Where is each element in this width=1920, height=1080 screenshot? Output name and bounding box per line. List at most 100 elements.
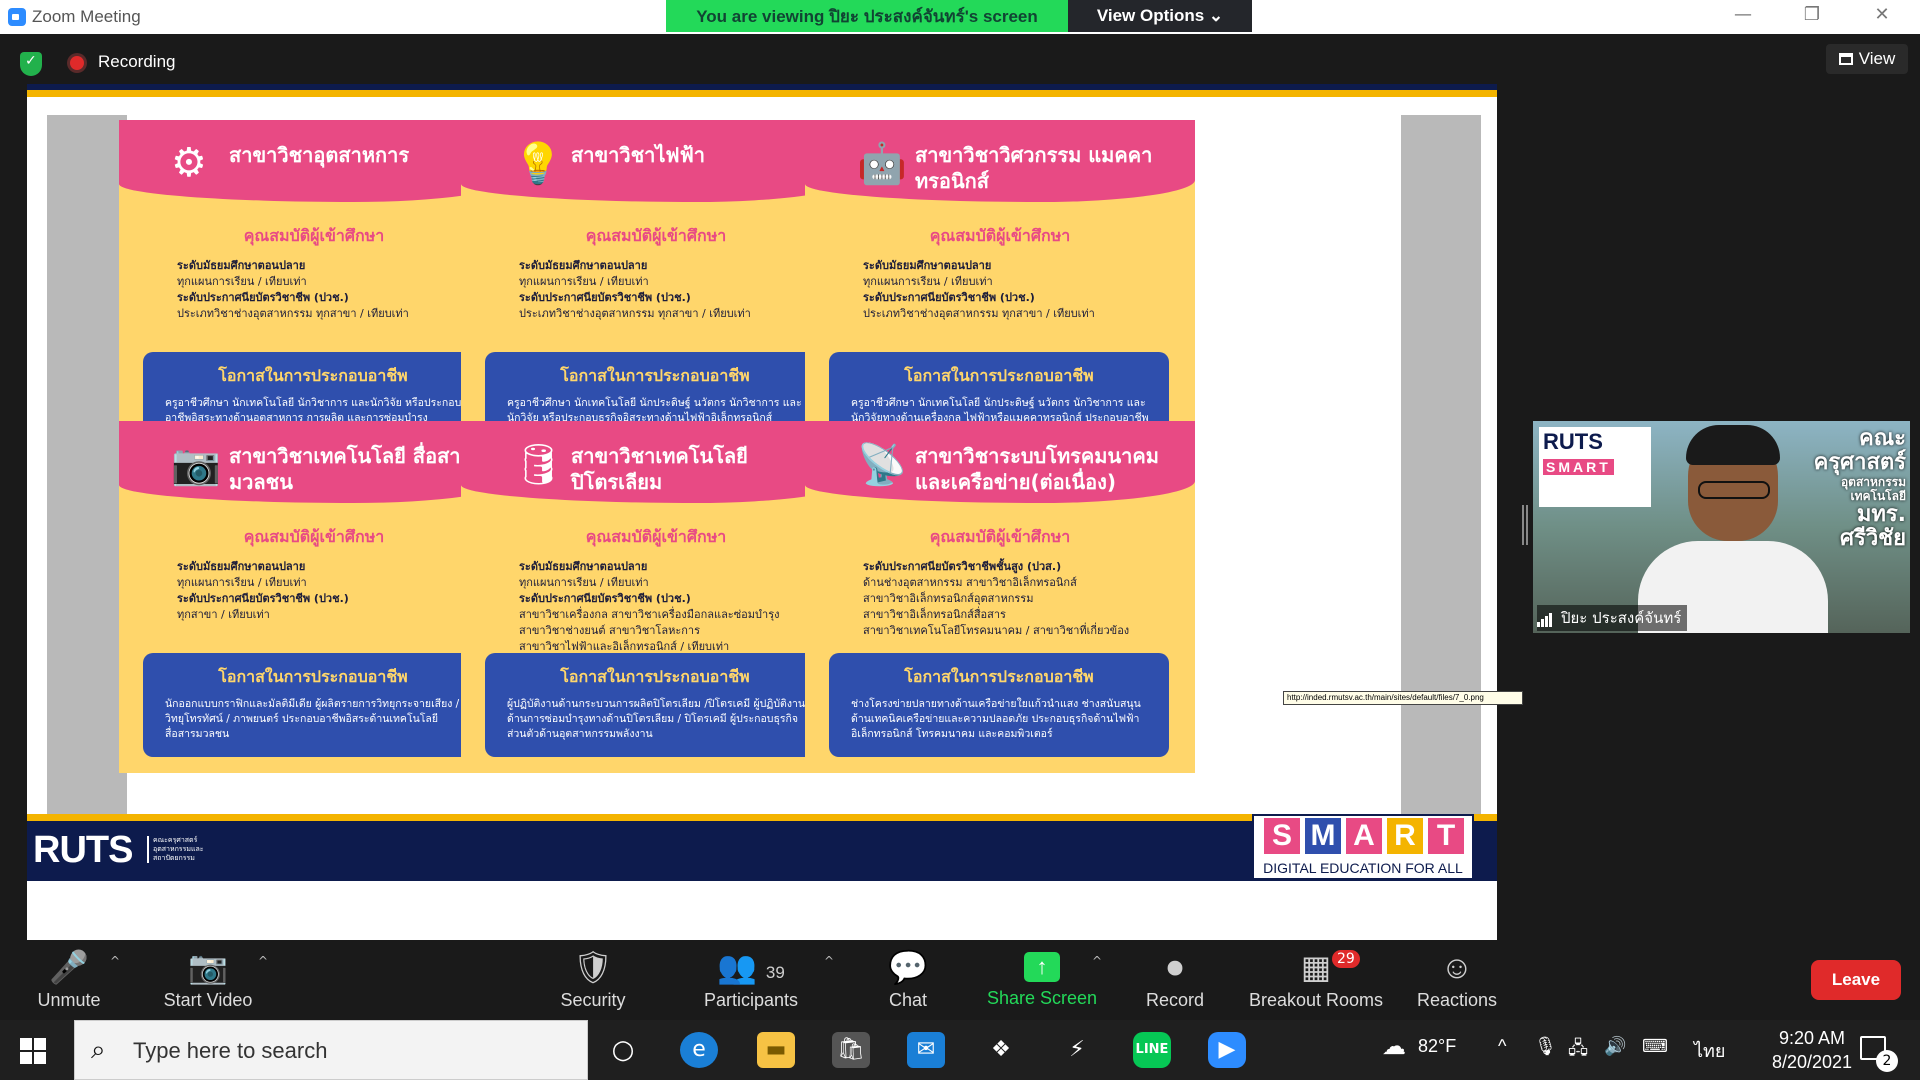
faculty-logo-text: คณะครุศาสตร์อุตสาหกรรมและสถาปัตยกรรม [147, 836, 211, 863]
mail-icon[interactable]: ✉ [907, 1032, 945, 1068]
dropbox-icon[interactable]: ❖ [982, 1032, 1020, 1068]
qualification-line: ทุกแผนการเรียน / เทียบเท่า [519, 576, 649, 589]
notification-count-badge: 2 [1876, 1050, 1898, 1072]
smart-letter: T [1428, 818, 1464, 854]
zoom-logo-icon [8, 8, 26, 26]
close-button[interactable]: ✕ [1862, 4, 1902, 25]
video-resize-handle[interactable] [1522, 505, 1528, 545]
zoom-app-icon[interactable]: ▶ [1208, 1032, 1246, 1068]
taskbar-clock[interactable]: 9:20 AM 8/20/2021 [1752, 1026, 1872, 1074]
qualification-line: ระดับประกาศนียบัตรวิชาชีพ (ปวช.) [177, 291, 349, 304]
qualifications-heading: คุณสมบัติผู้เข้าศึกษา [243, 527, 385, 546]
career-heading: โอกาสในการประกอบอาชีพ [218, 667, 408, 686]
video-ruts-text: RUTS [1543, 429, 1603, 454]
card-header: 📡 สาขาวิชาระบบโทรคมนาคม และเครือข่าย(ต่อเ… [805, 421, 1195, 503]
career-text: ช่างโครงข่ายปลายทางด้านเครือข่ายใยแก้วนำ… [851, 698, 1141, 740]
program-title: สาขาวิชาระบบโทรคมนาคม และเครือข่าย(ต่อเน… [915, 444, 1159, 494]
program-title: สาขาวิชาวิศวกรรม แมคคาทรอนิกส์ [915, 143, 1153, 193]
meeting-toolbar: 🎤 Unmute ^ 📷 Start Video ^ 🛡 Security 👥 … [0, 940, 1920, 1020]
lightning-app-icon[interactable]: ⚡ [1058, 1032, 1096, 1068]
program-title: สาขาวิชาเทคโนโลยี สื่อสารมวลชน [229, 444, 472, 494]
input-language[interactable]: ไทย [1694, 1036, 1725, 1065]
restore-button[interactable]: ❐ [1792, 4, 1832, 25]
career-heading: โอกาสในการประกอบอาชีพ [904, 667, 1094, 686]
breakout-rooms-button[interactable]: ▦ Breakout Rooms [1246, 940, 1386, 1020]
participant-figure [1628, 421, 1838, 633]
chat-button[interactable]: 💬 Chat [880, 940, 936, 1020]
share-options-caret-icon[interactable]: ^ [1092, 954, 1102, 968]
participants-options-caret-icon[interactable]: ^ [824, 954, 834, 968]
qualifications-list: ระดับประกาศนียบัตรวิชาชีพชั้นสูง (ปวส.) ด… [863, 559, 1173, 639]
microphone-tray-icon[interactable]: 🎙 [1534, 1036, 1557, 1057]
view-grid-icon [1838, 53, 1853, 65]
show-hidden-icons-caret-icon[interactable]: ^ [1498, 1036, 1506, 1057]
window-title: Zoom Meeting [32, 7, 141, 26]
muted-microphone-icon: 🎤 [49, 949, 89, 985]
qualification-line: ประเภทวิชาช่างอุตสาหกรรม ทุกสาขา / เทียบ… [177, 307, 409, 320]
temperature-label[interactable]: 82°F [1418, 1036, 1456, 1057]
unmute-button[interactable]: 🎤 Unmute [22, 940, 116, 1020]
participant-name: ปิยะ ประสงค์จันทร์ [1537, 605, 1688, 631]
microsoft-store-icon[interactable]: 🛍 [832, 1032, 870, 1068]
encryption-shield-icon[interactable] [20, 52, 42, 76]
reactions-button[interactable]: ☺ Reactions [1414, 940, 1500, 1020]
security-shield-icon: 🛡 [572, 949, 614, 985]
edge-browser-icon[interactable]: e [680, 1032, 718, 1068]
view-options-button[interactable]: View Options ⌄ [1068, 0, 1252, 32]
network-icon[interactable]: 🖧 [1568, 1036, 1588, 1066]
line-app-icon[interactable]: LINE [1133, 1032, 1171, 1068]
career-box: โอกาสในการประกอบอาชีพ ผู้ปฏิบัติงานด้านกร… [485, 653, 825, 757]
start-video-label: Start Video [163, 990, 253, 1010]
leave-button[interactable]: Leave [1811, 960, 1901, 1000]
smart-letter: R [1387, 818, 1423, 854]
window-titlebar: Zoom Meeting You are viewing ปิยะ ประสงค… [0, 0, 1920, 34]
security-button[interactable]: 🛡 Security [552, 940, 634, 1020]
share-screen-button[interactable]: ↑ Share Screen [986, 940, 1098, 1020]
view-button[interactable]: View [1826, 44, 1908, 74]
slide-top-stripe [27, 90, 1497, 97]
record-button[interactable]: ⏺ Record [1140, 940, 1210, 1020]
participants-count: 39 [765, 963, 785, 982]
reactions-label: Reactions [1416, 990, 1498, 1010]
qualifications-heading: คุณสมบัติผู้เข้าศึกษา [243, 226, 385, 245]
program-card: 📷 สาขาวิชาเทคโนโลยี สื่อสารมวลชนคุณสมบัติ… [119, 421, 509, 773]
breakout-rooms-icon: ▦ [1300, 949, 1332, 985]
keyboard-icon[interactable]: ⌨ [1642, 1036, 1668, 1057]
view-label: View [1858, 49, 1896, 68]
qualification-line: ทุกแผนการเรียน / เทียบเท่า [863, 275, 993, 288]
file-explorer-icon[interactable]: ▬ [757, 1032, 795, 1068]
smart-subtitle: DIGITAL EDUCATION FOR ALL [1263, 860, 1463, 876]
breakout-count-badge: 29 [1332, 950, 1360, 968]
participant-video[interactable]: RUTS SMART คณะ ครุศาสตร์ อุตสาหกรรม เทคโนโล… [1533, 421, 1910, 633]
career-box: โอกาสในการประกอบอาชีพ นักออกแบบกราฟิกและม… [143, 653, 483, 757]
qualifications-list: ระดับมัธยมศึกษาตอนปลาย ทุกแผนการเรียน / เ… [519, 559, 829, 655]
smart-letter: S [1264, 818, 1300, 854]
card-header: 💡 สาขาวิชาไฟฟ้า [461, 120, 851, 202]
audio-options-caret-icon[interactable]: ^ [110, 954, 120, 968]
start-video-button[interactable]: 📷 Start Video [150, 940, 266, 1020]
qualification-line: สาขาวิชาอิเล็กทรอนิกส์อุตสาหกรรม [863, 592, 1034, 605]
volume-icon[interactable]: 🔊 [1604, 1036, 1626, 1057]
program-title: สาขาวิชาอุตสาหการ [229, 143, 410, 167]
slide-side-panel-right [1401, 115, 1481, 829]
chat-label: Chat [888, 990, 928, 1010]
participants-button[interactable]: 👥 39 Participants [696, 940, 806, 1020]
taskbar-search-box[interactable]: ⌕ Type here to search [74, 1020, 588, 1080]
qualification-line: ทุกแผนการเรียน / เทียบเท่า [519, 275, 649, 288]
qualification-line: ระดับมัธยมศึกษาตอนปลาย [177, 560, 306, 573]
qualification-line: ทุกแผนการเรียน / เทียบเท่า [177, 576, 307, 589]
security-label: Security [560, 990, 626, 1010]
task-view-icon[interactable]: ○ [604, 1032, 642, 1068]
slide-side-panel-left [47, 115, 127, 829]
participants-label: Participants [703, 990, 799, 1010]
card-header: 📷 สาขาวิชาเทคโนโลยี สื่อสารมวลชน [119, 421, 509, 503]
windows-start-icon[interactable] [20, 1038, 46, 1064]
video-options-caret-icon[interactable]: ^ [258, 954, 268, 968]
qualification-line: สาขาวิชาช่างยนต์ สาขาวิชาโลหะการ [519, 624, 700, 637]
video-off-icon: 📷 [188, 949, 228, 985]
weather-cloud-icon[interactable]: ☁ [1382, 1032, 1406, 1061]
participants-icon: 👥 39 [717, 949, 785, 985]
minimize-button[interactable]: — [1723, 4, 1763, 25]
recording-icon [70, 56, 84, 70]
program-icon: ⚙ [171, 140, 207, 186]
